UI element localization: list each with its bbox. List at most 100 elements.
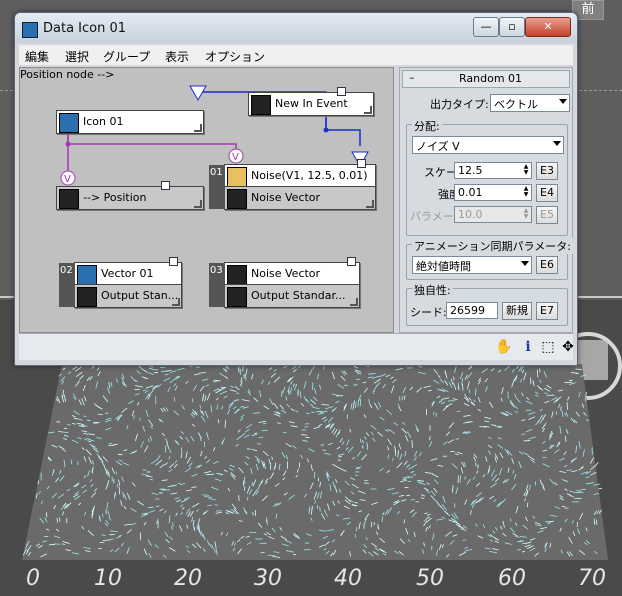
- dice-icon: [227, 167, 247, 187]
- ruler-label: 50: [416, 566, 444, 591]
- e3-button[interactable]: E3: [536, 162, 558, 180]
- resize-corner-icon[interactable]: [172, 298, 180, 306]
- node-graph-canvas[interactable]: V V Icon 01 New In Event Position node -…: [19, 67, 394, 333]
- node-noise[interactable]: 01 Noise(V1, 12.5, 0.01) Noise Vector: [209, 159, 376, 210]
- collapse-icon[interactable]: –: [409, 71, 415, 84]
- e7-button[interactable]: E7: [536, 302, 558, 320]
- wire-junction: [65, 141, 71, 147]
- spinner-arrows-icon: ▲ ▼: [523, 207, 529, 220]
- menu-select[interactable]: 選択: [65, 48, 89, 65]
- particle-streak: [102, 539, 111, 541]
- particle-streak: [192, 398, 194, 403]
- ruler-label: 30: [254, 566, 282, 591]
- menu-view[interactable]: 表示: [165, 48, 189, 65]
- anim-sync-dropdown[interactable]: 絶対値時間: [412, 256, 532, 274]
- seed-value: 26599: [450, 304, 485, 317]
- node-number: 02: [59, 263, 75, 307]
- port-icon[interactable]: [337, 87, 346, 96]
- info-icon[interactable]: i: [519, 338, 537, 356]
- e4-button[interactable]: E4: [536, 184, 558, 202]
- output-type-dropdown[interactable]: ベクトル: [490, 94, 570, 112]
- seed-input[interactable]: 26599: [446, 302, 498, 319]
- v-badge-text: V: [64, 174, 71, 185]
- scale-spinner[interactable]: 12.5 ▲ ▼: [454, 162, 532, 179]
- particle-streak: [349, 429, 351, 433]
- node-icon-01[interactable]: Icon 01: [56, 110, 204, 134]
- particle-streak: [598, 487, 603, 490]
- title-bar[interactable]: Data Icon 01 — ▫ ✕: [15, 13, 577, 43]
- menu-bar: 編集 選択 グループ 表示 オプション: [19, 45, 573, 65]
- dropdown-value: 絶対値時間: [416, 260, 471, 273]
- node-position[interactable]: --> Position: [56, 181, 204, 210]
- resize-corner-icon[interactable]: [350, 298, 358, 306]
- particle-streak: [321, 404, 330, 406]
- distribution-dropdown[interactable]: ノイズ V: [412, 136, 564, 154]
- rollout-title: Random 01: [459, 72, 523, 85]
- move-icon[interactable]: ✥: [559, 338, 577, 356]
- particle-streak: [315, 410, 323, 413]
- node-new-in-event[interactable]: New In Event: [248, 87, 374, 116]
- spinner-arrows-icon[interactable]: ▲ ▼: [522, 186, 530, 198]
- fit-icon[interactable]: ⬚: [539, 338, 557, 356]
- output-type-label: 出力タイプ:: [430, 98, 489, 111]
- ruler-label: 60: [498, 566, 526, 591]
- chevron-down-icon: [553, 141, 561, 146]
- ruler-label: 70: [578, 566, 606, 591]
- particle-streak: [462, 539, 467, 541]
- minimize-button[interactable]: —: [473, 17, 499, 37]
- e6-button[interactable]: E6: [536, 256, 558, 274]
- menu-options[interactable]: オプション: [205, 48, 265, 65]
- spinner-value: 0.01: [458, 186, 483, 199]
- menu-group[interactable]: グループ: [103, 48, 150, 65]
- resize-corner-icon[interactable]: [194, 200, 202, 208]
- particle-streak: [479, 426, 487, 428]
- strength-spinner[interactable]: 0.01 ▲ ▼: [454, 184, 532, 201]
- v-badge-text: V: [232, 152, 239, 163]
- particle-streak: [86, 419, 91, 422]
- particle-streak: [536, 369, 539, 378]
- node-output: Output Stan...: [101, 289, 179, 302]
- window-title: Data Icon 01: [43, 21, 127, 36]
- pan-hand-icon[interactable]: ✋: [495, 338, 513, 356]
- output-triangle-icon[interactable]: [189, 85, 207, 102]
- noise-vector-icon: [227, 265, 247, 285]
- wire-event-noise: [326, 129, 361, 146]
- maximize-button[interactable]: ▫: [499, 17, 525, 37]
- rollout-header[interactable]: – Random 01: [402, 70, 570, 88]
- close-button[interactable]: ✕: [525, 17, 571, 37]
- port-icon[interactable]: [161, 181, 170, 190]
- particle-streak: [522, 542, 526, 544]
- particle-streak: [338, 456, 342, 458]
- new-seed-button[interactable]: 新規: [502, 302, 532, 320]
- particle-streak: [199, 372, 206, 374]
- resize-corner-icon[interactable]: [366, 200, 374, 208]
- node-label: New In Event: [275, 97, 348, 110]
- node-number: 01: [209, 165, 225, 209]
- ruler-label: 20: [174, 566, 202, 591]
- particle-streak: [249, 531, 257, 534]
- node-label: Noise(V1, 12.5, 0.01): [251, 169, 368, 182]
- output-arrow-icon: [227, 189, 247, 209]
- ruler-label: 40: [334, 566, 362, 591]
- spinner-arrows-icon[interactable]: ▲ ▼: [522, 164, 530, 176]
- node-noise-vector[interactable]: 03 Noise Vector Output Standar...: [209, 257, 360, 308]
- output-arrow-icon: [59, 189, 79, 209]
- chevron-down-icon: [521, 261, 529, 266]
- app-icon: [22, 22, 38, 38]
- menu-edit[interactable]: 編集: [25, 48, 49, 65]
- ruler-label: 0: [26, 566, 40, 591]
- node-vector-01[interactable]: 02 Vector 01 Output Stan...: [59, 257, 182, 308]
- node-label: Icon 01: [83, 115, 124, 128]
- particle-field: [22, 364, 608, 560]
- output-arrow-icon: [77, 287, 97, 307]
- node-label: Vector 01: [101, 267, 154, 280]
- chevron-down-icon: [559, 99, 567, 104]
- e5-button: E5: [536, 206, 558, 224]
- particle-streak: [594, 461, 599, 467]
- param3-spinner: 10.0 ▲ ▼: [454, 206, 532, 223]
- spinner-value: 12.5: [458, 164, 483, 177]
- data-icon-icon: [59, 113, 79, 133]
- resize-corner-icon[interactable]: [194, 124, 202, 132]
- resize-corner-icon[interactable]: [364, 106, 372, 114]
- particle-streak: [148, 506, 154, 509]
